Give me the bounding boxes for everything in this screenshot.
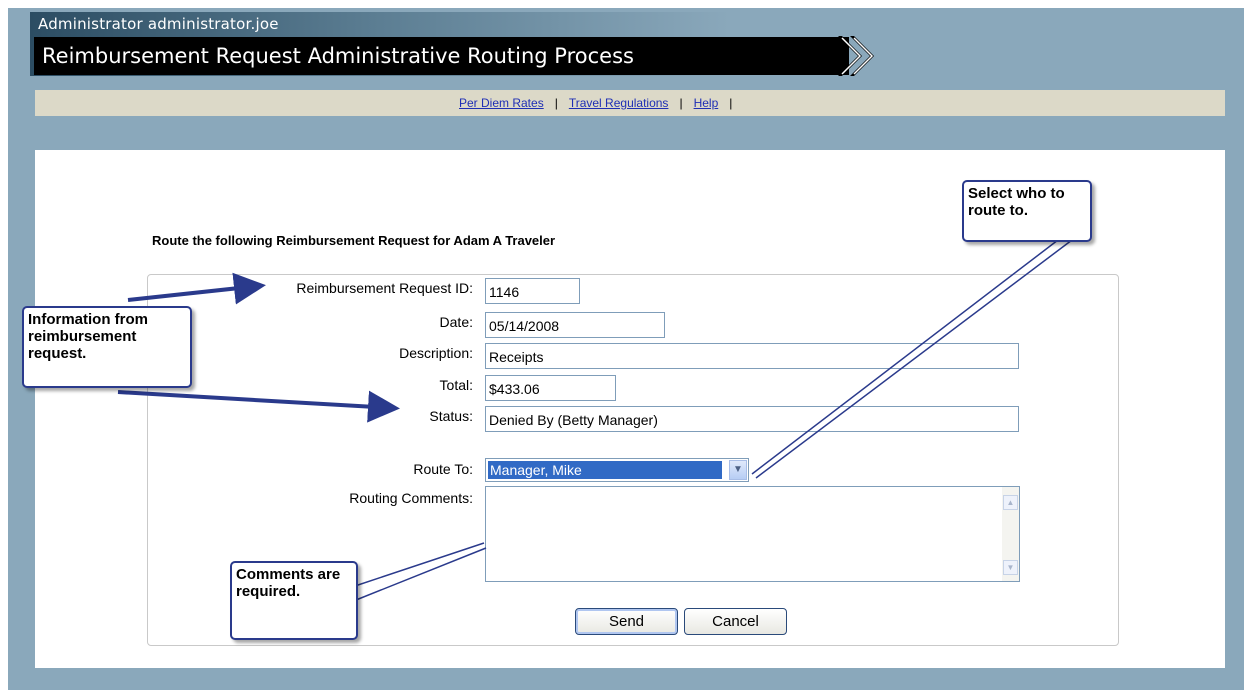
scroll-down-icon[interactable]: ▼ [1003,560,1018,575]
status-field[interactable]: Denied By (Betty Manager) [485,406,1019,432]
route-to-selected-value: Manager, Mike [487,460,723,480]
request-id-label: Reimbursement Request ID: [296,280,473,296]
textarea-scrollbar[interactable]: ▲ ▼ [1002,487,1019,581]
nav-bar: Per Diem Rates | Travel Regulations | Help | [35,90,1225,116]
comments-callout: Comments are required. [230,561,358,640]
page-title: Reimbursement Request Administrative Rou… [34,37,849,75]
description-label: Description: [399,345,473,361]
nav-link-per-diem-rates[interactable]: Per Diem Rates [459,96,544,110]
routing-comments-label: Routing Comments: [349,490,473,506]
date-label: Date: [439,314,473,330]
nav-separator: | [729,96,733,110]
route-to-select[interactable]: Manager, Mike ▼ [485,458,749,482]
form-heading: Route the following Reimbursement Reques… [152,233,556,248]
double-chevron-right-icon [838,36,874,76]
dropdown-arrow-icon[interactable]: ▼ [729,460,747,480]
total-label: Total: [439,377,473,393]
user-line: Administrator administrator.joe [38,15,279,33]
send-button[interactable]: Send [575,608,678,635]
scroll-up-icon[interactable]: ▲ [1003,495,1018,510]
routing-comments-textarea[interactable]: ▲ ▼ [485,486,1020,582]
description-field[interactable]: Receipts [485,343,1019,369]
route-to-label: Route To: [413,461,473,477]
date-field[interactable]: 05/14/2008 [485,312,665,338]
nav-link-help[interactable]: Help [694,96,719,110]
info-callout: Information from reimbursement request. [22,306,192,388]
nav-separator: | [554,96,558,110]
request-id-field[interactable]: 1146 [485,278,580,304]
nav-separator: | [679,96,683,110]
nav-link-travel-regulations[interactable]: Travel Regulations [569,96,669,110]
cancel-button[interactable]: Cancel [684,608,787,635]
select-callout: Select who to route to. [962,180,1092,242]
total-field[interactable]: $433.06 [485,375,616,401]
nav-links: Per Diem Rates | Travel Regulations | Help | [459,96,743,110]
status-label: Status: [429,408,473,424]
